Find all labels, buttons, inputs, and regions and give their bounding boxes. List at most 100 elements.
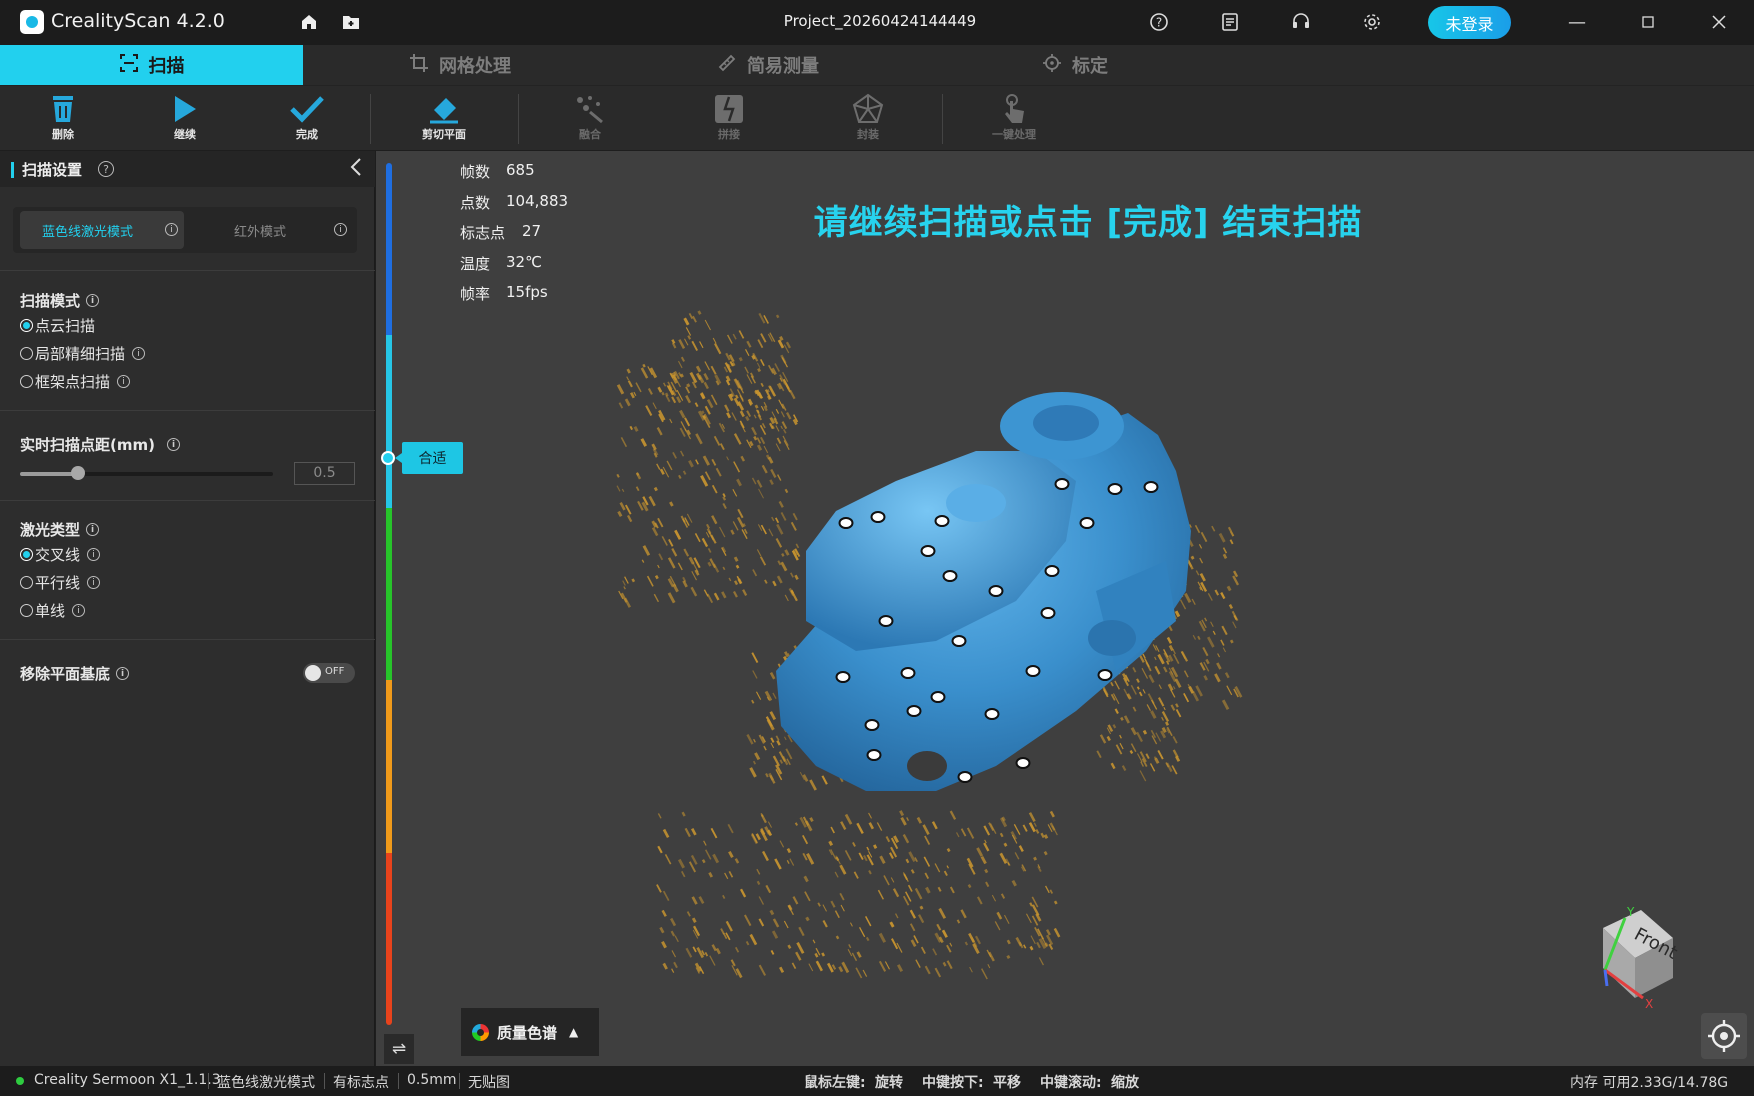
info-icon[interactable]: i — [86, 523, 100, 536]
radio[interactable] — [20, 604, 33, 617]
reset-view-target-icon[interactable] — [1701, 1013, 1747, 1059]
scan-mode-title: 扫描模式 i — [20, 290, 100, 311]
point-distance-value[interactable]: 0.5 — [294, 462, 355, 485]
toolbar: 删除 继续 完成 剪切平面 融合 拼接 封装 一键处理 — [0, 85, 1754, 150]
x-axis-label: X — [1645, 997, 1653, 1011]
folder-icon[interactable] — [340, 11, 362, 33]
status-distance: 0.5mm — [407, 1072, 457, 1088]
eraser-icon — [428, 92, 460, 126]
manual-icon[interactable] — [1219, 11, 1241, 33]
quality-status-label: 合适 — [395, 442, 463, 474]
laser-mode-switch: 蓝色线激光模式 i 红外模式 i — [13, 207, 357, 253]
support-headset-icon[interactable] — [1290, 11, 1312, 33]
3d-viewport[interactable]: 合适 帧数 685 点数 104,883 标志点 27 温度 32℃ 帧率 15fps 请… — [376, 151, 1754, 1066]
laser-type-option-cross[interactable]: 交叉线 i — [20, 544, 101, 565]
swap-arrows-icon[interactable]: ⇌ — [384, 1034, 414, 1064]
one-click-process-button[interactable]: 一键处理 — [974, 92, 1054, 148]
tab-calibrate[interactable]: 标定 — [1035, 45, 1115, 85]
collapse-panel-chevron-icon[interactable] — [350, 157, 362, 182]
quality-palette-button[interactable]: 质量色谱 ▲ — [461, 1008, 599, 1056]
radio[interactable] — [20, 375, 33, 388]
hint-mid-scroll: 中键滚动: — [1040, 1075, 1102, 1091]
device-name: Creality Sermoon X1_1.1.3 — [34, 1072, 221, 1088]
toggle-knob — [305, 665, 321, 681]
fuse-button[interactable]: 融合 — [550, 92, 630, 148]
svg-text:?: ? — [1156, 16, 1162, 30]
quality-color-bar — [386, 163, 392, 1025]
view-orientation-cube[interactable]: Front Y X — [1563, 898, 1683, 1018]
hint-mid-scroll-action: 缩放 — [1111, 1075, 1139, 1091]
scan-model-render — [616, 310, 1243, 980]
info-icon[interactable]: i — [72, 604, 86, 617]
info-icon[interactable]: i — [166, 438, 180, 451]
laser-type-option-single[interactable]: 单线 i — [20, 600, 86, 621]
cut-plane-button[interactable]: 剪切平面 — [404, 92, 484, 148]
stitch-button[interactable]: 拼接 — [689, 92, 769, 148]
hint-left-action: 旋转 — [875, 1075, 903, 1091]
connection-status-dot — [16, 1077, 24, 1085]
remove-plane-toggle[interactable]: OFF — [303, 663, 355, 683]
memory-usage: 内存 可用2.33G/14.78G — [1570, 1075, 1729, 1091]
radio-selected[interactable] — [20, 319, 33, 332]
infrared-mode-button[interactable]: 红外模式 i — [192, 211, 352, 249]
hint-mid-press: 中键按下: — [922, 1075, 984, 1091]
home-icon[interactable] — [298, 11, 320, 33]
scan-mode-option-local-fine[interactable]: 局部精细扫描 i — [20, 343, 146, 364]
laser-type-option-parallel[interactable]: 平行线 i — [20, 572, 101, 593]
stat-frames: 帧数 685 — [460, 161, 535, 181]
section-divider — [0, 500, 375, 501]
help-icon[interactable]: ? — [98, 161, 114, 177]
status-marker: 有标志点 — [333, 1075, 389, 1091]
mesh-polygon-icon — [851, 92, 885, 126]
delete-button[interactable]: 删除 — [23, 92, 103, 148]
app-logo-icon — [20, 10, 44, 34]
maximize-button[interactable] — [1628, 6, 1668, 38]
encapsulate-button[interactable]: 封装 — [828, 92, 908, 148]
point-distance-title: 实时扫描点距(mm) i — [20, 434, 180, 455]
crop-icon — [409, 53, 429, 78]
info-icon[interactable]: i — [87, 576, 101, 589]
toolbar-divider — [370, 94, 371, 144]
stat-temperature: 温度 32℃ — [460, 252, 542, 273]
radio[interactable] — [20, 576, 33, 589]
info-icon[interactable]: i — [165, 223, 178, 236]
sparkle-dots-icon — [574, 92, 606, 126]
section-divider — [0, 270, 375, 271]
status-mode: 蓝色线激光模式 — [217, 1075, 315, 1091]
info-icon[interactable]: i — [116, 667, 130, 680]
y-axis-label: Y — [1626, 905, 1635, 919]
info-icon[interactable]: i — [87, 548, 101, 561]
close-button[interactable] — [1699, 6, 1739, 38]
play-icon — [172, 92, 198, 126]
slider-thumb[interactable] — [71, 466, 86, 480]
info-icon[interactable]: i — [117, 375, 131, 388]
login-button[interactable]: 未登录 — [1428, 6, 1511, 39]
tab-mesh[interactable]: 网格处理 — [400, 45, 520, 85]
status-bar: Creality Sermoon X1_1.1.3 蓝色线激光模式 有标志点 0… — [0, 1066, 1754, 1096]
scan-settings-panel: 扫描设置 ? 蓝色线激光模式 i 红外模式 i 扫描模式 i 点云扫描 局部精细… — [0, 151, 375, 1066]
ruler-icon — [717, 53, 737, 78]
app-title: CrealityScan 4.2.0 — [51, 10, 225, 32]
hint-left-key: 鼠标左键: — [804, 1075, 866, 1091]
radio[interactable] — [20, 347, 33, 360]
check-icon — [290, 92, 324, 126]
settings-gear-icon[interactable] — [1361, 11, 1383, 33]
info-icon[interactable]: i — [86, 294, 100, 307]
scan-mode-option-frame-point[interactable]: 框架点扫描 i — [20, 371, 131, 392]
scan-mode-option-pointcloud[interactable]: 点云扫描 — [20, 315, 95, 336]
help-icon[interactable]: ? — [1148, 11, 1170, 33]
finish-button[interactable]: 完成 — [267, 92, 347, 148]
stitch-icon — [713, 92, 745, 126]
info-icon[interactable]: i — [334, 223, 347, 236]
scan-hint-message: 请继续扫描或点击 [完成] 结束扫描 — [813, 203, 1363, 243]
minimize-button[interactable]: — — [1557, 6, 1597, 38]
tab-scan[interactable]: 扫描 — [0, 45, 303, 85]
blue-laser-mode-button[interactable]: 蓝色线激光模式 i — [20, 211, 184, 249]
slider-fill — [20, 472, 79, 476]
continue-button[interactable]: 继续 — [145, 92, 225, 148]
info-icon[interactable]: i — [132, 347, 146, 360]
radio-selected[interactable] — [20, 548, 33, 561]
tab-measure[interactable]: 简易测量 — [708, 45, 828, 85]
app-window: CrealityScan 4.2.0 Project_2026042414444… — [0, 0, 1754, 1096]
point-distance-slider[interactable] — [20, 466, 273, 480]
